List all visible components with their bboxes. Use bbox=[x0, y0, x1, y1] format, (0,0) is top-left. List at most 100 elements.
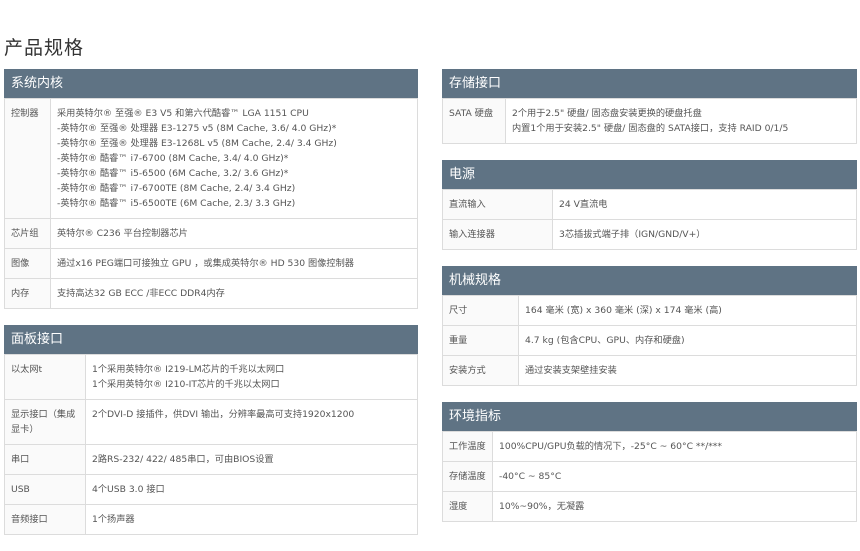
spec-value: 支持高达32 GB ECC /非ECC DDR4内存 bbox=[50, 278, 418, 309]
spec-row: 内存 支持高达32 GB ECC /非ECC DDR4内存 bbox=[4, 278, 418, 309]
right-section-0: 存储接口 SATA 硬盘 2个用于2.5" 硬盘/ 固态盘安装更换的硬盘托盘 内置1个… bbox=[442, 69, 857, 144]
right-section-3: 环境指标 工作温度 100%CPU/GPU负载的情况下，-25°C ~ 60°C *… bbox=[442, 402, 857, 522]
spec-key: 尺寸 bbox=[442, 295, 519, 326]
spec-key: 工作温度 bbox=[442, 431, 493, 462]
spec-value-line: 采用英特尔® 至强® E3 V5 和第六代酷睿™ LGA 1151 CPU bbox=[57, 108, 309, 119]
spec-row: 直流输入 24 V直流电 bbox=[442, 189, 857, 220]
spec-value-line: -40°C ~ 85°C bbox=[499, 471, 562, 482]
spec-value: 2个用于2.5" 硬盘/ 固态盘安装更换的硬盘托盘内置1个用于安装2.5" 硬盘… bbox=[505, 98, 857, 144]
spec-value-line: 100%CPU/GPU负载的情况下，-25°C ~ 60°C **/*** bbox=[499, 441, 722, 452]
spec-value: -40°C ~ 85°C bbox=[492, 461, 857, 492]
spec-key: 湿度 bbox=[442, 491, 493, 522]
spec-value-line: 1个扬声器 bbox=[92, 514, 135, 525]
spec-row: SATA 硬盘 2个用于2.5" 硬盘/ 固态盘安装更换的硬盘托盘 内置1个用于安装… bbox=[442, 98, 857, 144]
left-section-1: 面板接口 以太网t 1个采用英特尔® I219-LM芯片的千兆以太网口 1个采用英特尔… bbox=[4, 325, 418, 535]
spec-row: 存储温度 -40°C ~ 85°C bbox=[442, 461, 857, 492]
spec-row: USB 4个USB 3.0 接口 bbox=[4, 474, 418, 505]
spec-value: 通过x16 PEG端口可接独立 GPU ，或集成英特尔® HD 530 图像控制… bbox=[50, 248, 418, 279]
spec-value: 通过安装支架壁挂安装 bbox=[518, 355, 857, 386]
spec-key: SATA 硬盘 bbox=[442, 98, 506, 144]
spec-table: 工作温度 100%CPU/GPU负载的情况下，-25°C ~ 60°C **/**… bbox=[442, 431, 857, 522]
right-section-1: 电源 直流输入 24 V直流电 输入连接器 3芯插拔式端子排（IGN/GND/V+） bbox=[442, 160, 857, 250]
spec-value: 10%~90%，无凝露 bbox=[492, 491, 857, 522]
section-header: 系统内核 bbox=[4, 69, 418, 98]
section-header: 存储接口 bbox=[442, 69, 857, 98]
spec-value: 2个DVI-D 接插件，供DVI 输出，分辨率最高可支持1920x1200 bbox=[85, 399, 418, 445]
spec-value-line: 1个采用英特尔® I219-LM芯片的千兆以太网口 bbox=[92, 364, 285, 375]
spec-row: 图像 通过x16 PEG端口可接独立 GPU ，或集成英特尔® HD 530 图像… bbox=[4, 248, 418, 279]
left-column: 系统内核 控制器 采用英特尔® 至强® E3 V5 和第六代酷睿™ LGA 1151… bbox=[4, 69, 418, 551]
page-title: 产品规格 bbox=[4, 36, 85, 59]
spec-key: 芯片组 bbox=[4, 218, 51, 249]
spec-key: USB bbox=[4, 474, 86, 505]
spec-value: 164 毫米 (宽) x 360 毫米 (深) x 174 毫米 (高) bbox=[518, 295, 857, 326]
spec-value: 英特尔® C236 平台控制器芯片 bbox=[50, 218, 418, 249]
spec-row: 安装方式 通过安装支架壁挂安装 bbox=[442, 355, 857, 386]
spec-value: 3芯插拔式端子排（IGN/GND/V+） bbox=[552, 219, 857, 250]
spec-value: 2路RS-232/ 422/ 485串口，可由BIOS设置 bbox=[85, 444, 418, 475]
spec-row: 音频接口 1个扬声器 bbox=[4, 504, 418, 535]
spec-value: 100%CPU/GPU负载的情况下，-25°C ~ 60°C **/*** bbox=[492, 431, 857, 462]
spec-value-line: 内置1个用于安装2.5" 硬盘/ 固态盘的 SATA接口，支持 RAID 0/1… bbox=[512, 123, 789, 134]
section-header: 面板接口 bbox=[4, 325, 418, 354]
spec-key: 控制器 bbox=[4, 98, 51, 219]
spec-key: 安装方式 bbox=[442, 355, 519, 386]
spec-value-line: 通过x16 PEG端口可接独立 GPU ，或集成英特尔® HD 530 图像控制… bbox=[57, 258, 354, 269]
spec-row: 湿度 10%~90%，无凝露 bbox=[442, 491, 857, 522]
spec-value: 24 V直流电 bbox=[552, 189, 857, 220]
spec-row: 控制器 采用英特尔® 至强® E3 V5 和第六代酷睿™ LGA 1151 CPU… bbox=[4, 98, 418, 219]
spec-value-line: -英特尔® 至强® 处理器 E3-1275 v5 (8M Cache, 3.6/… bbox=[57, 123, 337, 134]
spec-value-line: -英特尔® 酷睿™ i7-6700TE (8M Cache, 2.4/ 3.4 … bbox=[57, 183, 296, 194]
spec-row: 工作温度 100%CPU/GPU负载的情况下，-25°C ~ 60°C **/**… bbox=[442, 431, 857, 462]
spec-value-line: 10%~90%，无凝露 bbox=[499, 501, 585, 512]
spec-value-line: -英特尔® 酷睿™ i7-6700 (8M Cache, 3.4/ 4.0 GH… bbox=[57, 153, 289, 164]
section-header: 机械规格 bbox=[442, 266, 857, 295]
left-section-0: 系统内核 控制器 采用英特尔® 至强® E3 V5 和第六代酷睿™ LGA 1151… bbox=[4, 69, 418, 309]
spec-value-line: -英特尔® 酷睿™ i5-6500TE (6M Cache, 2.3/ 3.3 … bbox=[57, 198, 296, 209]
spec-key: 图像 bbox=[4, 248, 51, 279]
spec-value-line: 支持高达32 GB ECC /非ECC DDR4内存 bbox=[57, 288, 225, 299]
spec-row: 串口 2路RS-232/ 422/ 485串口，可由BIOS设置 bbox=[4, 444, 418, 475]
right-column: 存储接口 SATA 硬盘 2个用于2.5" 硬盘/ 固态盘安装更换的硬盘托盘 内置1个… bbox=[442, 69, 857, 538]
spec-value: 1个扬声器 bbox=[85, 504, 418, 535]
spec-value-line: 4个USB 3.0 接口 bbox=[92, 484, 165, 495]
spec-row: 芯片组 英特尔® C236 平台控制器芯片 bbox=[4, 218, 418, 249]
spec-table: 以太网t 1个采用英特尔® I219-LM芯片的千兆以太网口 1个采用英特尔® I2… bbox=[4, 354, 418, 535]
spec-value-line: 164 毫米 (宽) x 360 毫米 (深) x 174 毫米 (高) bbox=[525, 305, 722, 316]
spec-value: 4个USB 3.0 接口 bbox=[85, 474, 418, 505]
spec-value: 采用英特尔® 至强® E3 V5 和第六代酷睿™ LGA 1151 CPU -英特… bbox=[50, 98, 418, 219]
spec-key: 显示接口（集成显卡） bbox=[4, 399, 86, 445]
spec-row: 以太网t 1个采用英特尔® I219-LM芯片的千兆以太网口 1个采用英特尔® I2… bbox=[4, 354, 418, 400]
spec-table: 直流输入 24 V直流电 输入连接器 3芯插拔式端子排（IGN/GND/V+） bbox=[442, 189, 857, 250]
spec-value-line: 1个采用英特尔® I210-IT芯片的千兆以太网口 bbox=[92, 379, 280, 390]
spec-key: 音频接口 bbox=[4, 504, 86, 535]
spec-value-line: 3芯插拔式端子排（IGN/GND/V+） bbox=[559, 229, 706, 240]
spec-table: 控制器 采用英特尔® 至强® E3 V5 和第六代酷睿™ LGA 1151 CPU… bbox=[4, 98, 418, 309]
section-header: 电源 bbox=[442, 160, 857, 189]
spec-key: 输入连接器 bbox=[442, 219, 553, 250]
spec-row: 输入连接器 3芯插拔式端子排（IGN/GND/V+） bbox=[442, 219, 857, 250]
spec-value-line: 4.7 kg (包含CPU、GPU、内存和硬盘) bbox=[525, 335, 685, 346]
spec-value-line: 2路RS-232/ 422/ 485串口，可由BIOS设置 bbox=[92, 454, 274, 465]
spec-table: 尺寸 164 毫米 (宽) x 360 毫米 (深) x 174 毫米 (高) 重量… bbox=[442, 295, 857, 386]
spec-key: 串口 bbox=[4, 444, 86, 475]
spec-key: 以太网t bbox=[4, 354, 86, 400]
spec-value-line: 2个用于2.5" 硬盘/ 固态盘安装更换的硬盘托盘 bbox=[512, 108, 702, 119]
spec-value-line: -英特尔® 至强® 处理器 E3-1268L v5 (8M Cache, 2.4… bbox=[57, 138, 337, 149]
spec-value-line: 英特尔® C236 平台控制器芯片 bbox=[57, 228, 188, 239]
spec-key: 直流输入 bbox=[442, 189, 553, 220]
spec-value: 1个采用英特尔® I219-LM芯片的千兆以太网口 1个采用英特尔® I210-I… bbox=[85, 354, 418, 400]
spec-key: 内存 bbox=[4, 278, 51, 309]
right-section-2: 机械规格 尺寸 164 毫米 (宽) x 360 毫米 (深) x 174 毫米 (… bbox=[442, 266, 857, 386]
section-header: 环境指标 bbox=[442, 402, 857, 431]
spec-row: 显示接口（集成显卡） 2个DVI-D 接插件，供DVI 输出，分辨率最高可支持19… bbox=[4, 399, 418, 445]
spec-value-line: 24 V直流电 bbox=[559, 199, 608, 210]
spec-value-line: 通过安装支架壁挂安装 bbox=[525, 365, 617, 376]
spec-row: 尺寸 164 毫米 (宽) x 360 毫米 (深) x 174 毫米 (高) bbox=[442, 295, 857, 326]
spec-value-line: -英特尔® 酷睿™ i5-6500 (6M Cache, 3.2/ 3.6 GH… bbox=[57, 168, 289, 179]
spec-table: SATA 硬盘 2个用于2.5" 硬盘/ 固态盘安装更换的硬盘托盘 内置1个用于安装… bbox=[442, 98, 857, 144]
spec-row: 重量 4.7 kg (包含CPU、GPU、内存和硬盘) bbox=[442, 325, 857, 356]
spec-key: 存储温度 bbox=[442, 461, 493, 492]
spec-value-line: 2个DVI-D 接插件，供DVI 输出，分辨率最高可支持1920x1200 bbox=[92, 409, 355, 420]
spec-value: 4.7 kg (包含CPU、GPU、内存和硬盘) bbox=[518, 325, 857, 356]
